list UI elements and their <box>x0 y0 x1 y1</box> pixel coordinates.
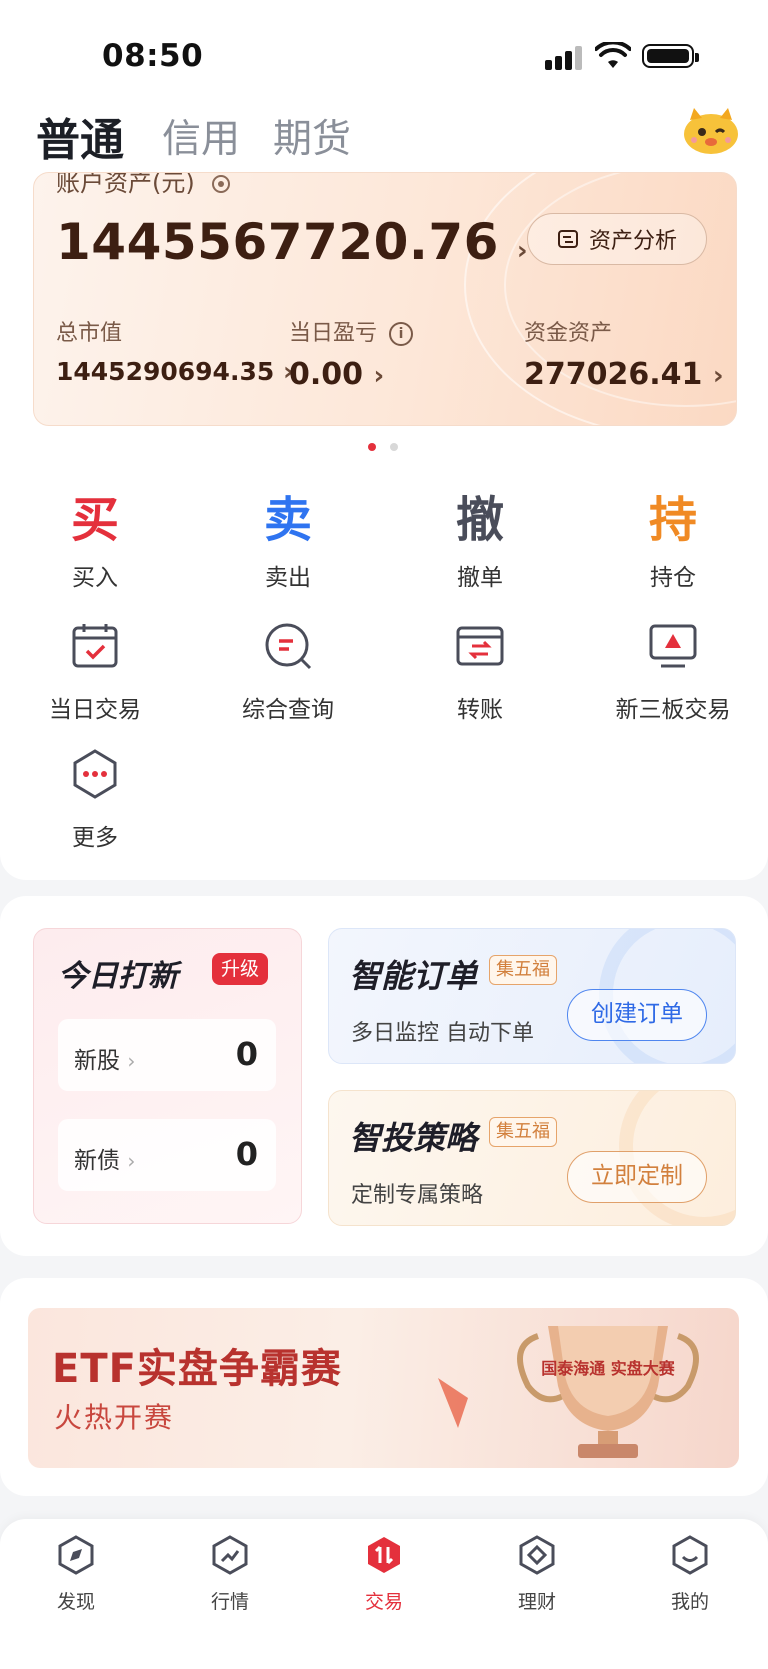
daily-trades-label: 当日交易 <box>49 697 141 723</box>
create-order-button[interactable]: 创建订单 <box>567 989 707 1041</box>
nav-mine[interactable]: 我的 <box>640 1535 740 1614</box>
bottom-navigation: 发现 行情 交易 理财 我的 <box>0 1519 768 1669</box>
strategy-subtitle: 定制专属策略 <box>351 1183 484 1208</box>
more-hexagon-icon <box>73 749 117 799</box>
daily-pnl-label: 当日盈亏 i <box>289 315 414 347</box>
transfer-card-icon <box>456 626 504 666</box>
profile-icon <box>672 1535 708 1575</box>
sell-label: 卖出 <box>265 565 311 591</box>
wealth-diamond-icon <box>519 1535 555 1575</box>
account-assets-label: 账户资产(元) <box>56 173 232 198</box>
cancel-order-button[interactable]: 撤 撤单 <box>405 492 555 592</box>
eye-icon[interactable] <box>210 173 232 195</box>
cash-assets[interactable]: 277026.41 › <box>524 357 724 392</box>
new-bond-row[interactable]: 新债 › 0 <box>58 1119 276 1191</box>
nav-market[interactable]: 行情 <box>180 1535 280 1614</box>
smart-order-title: 智能订单 <box>349 957 478 995</box>
upgrade-badge[interactable]: 升级 <box>212 953 268 985</box>
new-stock-count: 0 <box>235 1035 258 1073</box>
strategy-title: 智投策略 <box>349 1119 478 1157</box>
banner-title: ETF实盘争霸赛 <box>52 1346 342 1392</box>
more-button[interactable]: 更多 <box>20 748 170 852</box>
nav-mine-label: 我的 <box>670 1591 709 1613</box>
daily-trades-button[interactable]: 当日交易 <box>20 620 170 724</box>
trophy-text: 国泰海通 实盘大赛 <box>541 1359 676 1378</box>
transfer-button[interactable]: 转账 <box>405 620 555 724</box>
positions-button[interactable]: 持 持仓 <box>598 492 748 592</box>
market-trend-icon <box>212 1535 248 1575</box>
sell-icon: 卖 <box>263 492 312 548</box>
decoration-shard-icon <box>438 1378 468 1428</box>
mascot-avatar-icon[interactable] <box>682 104 740 156</box>
market-value-label: 总市值 <box>56 321 123 346</box>
carousel-dot[interactable] <box>390 443 398 451</box>
nav-wealth[interactable]: 理财 <box>487 1535 587 1614</box>
smart-order-card[interactable]: 智能订单 集五福 多日监控 自动下单 创建订单 <box>328 928 736 1064</box>
positions-icon: 持 <box>648 492 697 548</box>
cancel-order-label: 撤单 <box>457 565 503 591</box>
new-stock-label: 新股 › <box>74 1048 136 1074</box>
info-icon[interactable]: i <box>389 322 414 346</box>
carousel-dot-active[interactable] <box>368 443 376 451</box>
positions-label: 持仓 <box>650 565 696 591</box>
more-label: 更多 <box>72 825 118 851</box>
search-list-icon <box>265 623 312 670</box>
ipo-title: 今日打新 <box>58 959 178 994</box>
calendar-check-icon <box>72 624 118 668</box>
five-blessings-tag: 集五福 <box>489 1117 557 1147</box>
query-label: 综合查询 <box>242 697 334 723</box>
smart-order-subtitle: 多日监控 自动下单 <box>351 1021 534 1046</box>
tab-normal[interactable]: 普通 <box>36 104 124 168</box>
daily-pnl[interactable]: 0.00 › <box>289 357 384 392</box>
total-assets[interactable]: 1445567720.76 › <box>56 213 528 271</box>
strategy-card[interactable]: 智投策略 集五福 定制专属策略 立即定制 <box>328 1090 736 1226</box>
five-blessings-tag: 集五福 <box>489 955 557 985</box>
ipo-card[interactable]: 今日打新 升级 新股 › 0 新债 › 0 <box>33 928 302 1224</box>
nav-discover-label: 发现 <box>56 1591 95 1613</box>
buy-icon: 买 <box>70 492 119 548</box>
buy-label: 买入 <box>72 565 118 591</box>
market-value[interactable]: 1445290694.35 › <box>56 357 294 387</box>
trade-icon <box>368 1537 400 1573</box>
cash-assets-label: 资金资产 <box>524 321 613 346</box>
nav-trade-label: 交易 <box>364 1591 403 1613</box>
battery-icon <box>642 44 699 68</box>
banner-subtitle: 火热开赛 <box>54 1401 175 1434</box>
new-bond-label: 新债 › <box>74 1148 136 1174</box>
tab-credit[interactable]: 信用 <box>162 108 240 164</box>
monitor-icon <box>649 624 697 668</box>
asset-analysis-button[interactable]: 资产分析 <box>527 213 707 265</box>
etf-contest-banner[interactable]: ETF实盘争霸赛 火热开赛 国泰海通 实盘大赛 <box>28 1308 739 1468</box>
query-button[interactable]: 综合查询 <box>213 620 363 724</box>
cellular-signal-icon <box>545 46 585 70</box>
cancel-order-icon: 撤 <box>455 492 504 548</box>
tab-futures[interactable]: 期货 <box>273 108 351 164</box>
wifi-icon <box>595 42 631 68</box>
transfer-label: 转账 <box>457 697 503 723</box>
trophy-icon: 国泰海通 实盘大赛 <box>517 1326 699 1458</box>
buy-button[interactable]: 买 买入 <box>20 492 170 592</box>
nav-wealth-label: 理财 <box>517 1591 556 1613</box>
nav-trade[interactable]: 交易 <box>334 1535 434 1614</box>
new-bond-count: 0 <box>235 1135 258 1173</box>
compass-icon <box>58 1535 94 1575</box>
new-stock-row[interactable]: 新股 › 0 <box>58 1019 276 1091</box>
customize-now-button[interactable]: 立即定制 <box>567 1151 707 1203</box>
neeq-trading-label: 新三板交易 <box>615 697 731 723</box>
nav-market-label: 行情 <box>210 1591 249 1613</box>
account-assets-card[interactable]: 账户资产(元) 1445567720.76 › 资产分析 总市值 1445290… <box>33 172 737 426</box>
sell-button[interactable]: 卖 卖出 <box>213 492 363 592</box>
analysis-icon <box>557 230 578 248</box>
nav-discover[interactable]: 发现 <box>26 1535 126 1614</box>
status-time: 08:50 <box>102 38 204 74</box>
neeq-trading-button[interactable]: 新三板交易 <box>598 620 748 724</box>
